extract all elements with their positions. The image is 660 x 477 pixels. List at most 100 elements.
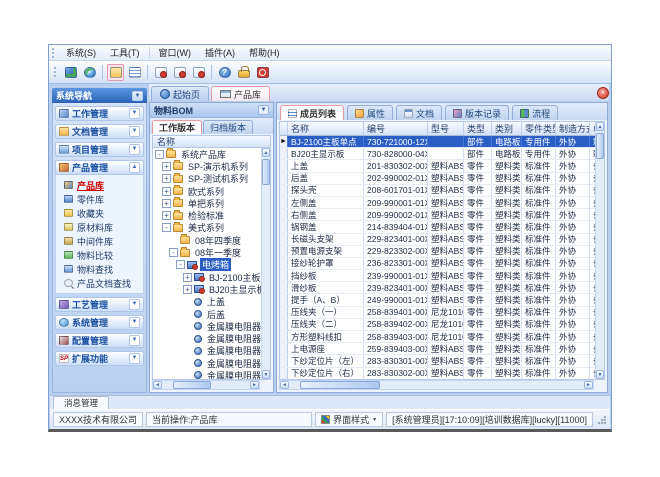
tree-node[interactable]: +后盖 — [153, 308, 261, 320]
report-button[interactable] — [126, 64, 143, 81]
tree-node[interactable]: +欧式系列 — [153, 185, 261, 197]
table-vscroll-track[interactable] — [596, 131, 604, 370]
close-doc-button[interactable] — [152, 64, 169, 81]
table-row[interactable]: 探头壳208-601701-01X塑料ABS零件塑料类标准件外协条 — [280, 185, 595, 197]
column-header[interactable]: 名称 — [288, 122, 364, 135]
ui-style-dropdown[interactable]: 界面样式 ▼ — [315, 412, 383, 427]
message-manager-tab[interactable]: 消息管理 — [53, 396, 109, 409]
doc-tab-active[interactable]: 产品库 — [211, 86, 270, 101]
collapse-icon[interactable]: - — [169, 248, 178, 257]
content-tab[interactable]: 流程 — [512, 105, 558, 120]
table-row[interactable]: 锅钢盖214-839404-01X塑料ABS零件塑料类标准件外协条 — [280, 221, 595, 233]
sidebar-item[interactable]: 原材料库 — [64, 220, 143, 234]
table-row[interactable]: 右侧盖209-990002-01X塑料ABS零件塑料类标准件外协条 — [280, 209, 595, 221]
tree-node[interactable]: +BJ20主显示板 — [153, 283, 261, 295]
menu-item[interactable]: 插件(A) — [198, 45, 242, 60]
sidebar-item[interactable]: 中间件库 — [64, 234, 143, 248]
table-row[interactable]: 左侧盖209-990001-01X塑料ABS零件塑料类标准件外协条 — [280, 197, 595, 209]
help-button[interactable] — [216, 64, 233, 81]
sidebar-group-button[interactable]: 配置管理▼ — [55, 333, 144, 348]
expand-icon[interactable]: + — [162, 162, 171, 171]
import-doc-button[interactable] — [171, 64, 188, 81]
toolbar-drag-handle[interactable] — [54, 67, 58, 77]
table-row[interactable]: 后盖202-990002-01X塑料ABS零件塑料类标准件外协条 — [280, 173, 595, 185]
tree-vscroll-track[interactable] — [262, 157, 270, 370]
table-row[interactable]: BJ20主显示板730-828000-04X部件电路板专用件外协颗 — [280, 148, 595, 160]
tree-node[interactable]: +金属膜电阻器 — [153, 332, 261, 344]
doc-tab-inactive[interactable]: 起始页 — [151, 86, 209, 101]
collapse-icon[interactable]: - — [176, 260, 185, 269]
table-row[interactable]: 方形塑料线扣258-839403-00X尼龙1010零件塑料类标准件外协条 — [280, 331, 595, 343]
lock-button[interactable] — [235, 64, 252, 81]
sidebar-group-button[interactable]: 项目管理▼ — [55, 142, 144, 157]
chevron-down-icon[interactable]: ▼ — [129, 108, 140, 119]
sidebar-item[interactable]: 物料查找 — [64, 262, 143, 276]
tree-node[interactable]: +金属膜电阻器 — [153, 345, 261, 357]
resize-grip[interactable] — [597, 415, 607, 425]
chevron-down-icon[interactable]: ▼ — [129, 335, 140, 346]
tree-horizontal-scrollbar[interactable]: ◄ ► — [152, 380, 260, 390]
table-row[interactable]: 下纱定位片（右）283-830302-00X塑料ABS零件塑料类标准件外协条 — [280, 368, 595, 379]
content-tab[interactable]: 版本记录 — [445, 105, 509, 120]
tree-node[interactable]: +SP-演示机系列 — [153, 160, 261, 172]
expand-icon[interactable]: + — [183, 285, 192, 294]
chevron-down-icon[interactable]: ▼ — [129, 126, 140, 137]
content-tab[interactable]: 成员列表 — [280, 105, 344, 120]
browser-button[interactable] — [81, 64, 98, 81]
expand-icon[interactable]: + — [162, 174, 171, 183]
tree-node[interactable]: +BJ-2100主板单点 — [153, 271, 261, 283]
table-vscroll-thumb[interactable] — [596, 133, 604, 159]
scroll-up-icon[interactable]: ▲ — [596, 122, 604, 131]
table-row[interactable]: 压线夹（二）258-839402-00X尼龙1010零件塑料类标准件外协条 — [280, 319, 595, 331]
expand-icon[interactable]: + — [162, 199, 171, 208]
close-icon[interactable]: × — [597, 87, 609, 99]
chevron-down-icon[interactable]: ▼ — [129, 317, 140, 328]
collapse-icon[interactable]: - — [162, 223, 171, 232]
tree-node[interactable]: -电烤箱 — [153, 259, 261, 271]
version-tab[interactable]: 工作版本 — [152, 120, 202, 134]
sidebar-item[interactable]: 零件库 — [64, 192, 143, 206]
chevron-down-icon[interactable]: ▼ — [129, 299, 140, 310]
sidebar-menu-icon[interactable]: ▼ — [132, 91, 143, 101]
column-header[interactable]: 类型 — [464, 122, 492, 135]
expand-icon[interactable]: + — [183, 273, 192, 282]
chevron-down-icon[interactable]: ▼ — [129, 353, 140, 364]
scroll-right-icon[interactable]: ► — [250, 381, 259, 389]
sidebar-item[interactable]: 产品库 — [64, 178, 143, 192]
expand-icon[interactable]: + — [162, 211, 171, 220]
table-vertical-scrollbar[interactable]: ▲ ▼ — [595, 122, 604, 379]
workspace-button[interactable] — [62, 64, 79, 81]
tree-node[interactable]: -美式系列 — [153, 222, 261, 234]
sidebar-item[interactable]: 产品文档查找 — [64, 276, 143, 290]
sidebar-group-button[interactable]: 产品管理▲ — [55, 160, 144, 175]
collapse-icon[interactable]: - — [155, 150, 164, 159]
scroll-down-icon[interactable]: ▼ — [596, 370, 604, 379]
table-row[interactable]: 接纱轮护罩236-823301-00X塑料ABS零件塑料类标准件外协条 — [280, 258, 595, 270]
sidebar-item[interactable]: 物料比较 — [64, 248, 143, 262]
column-header[interactable]: 零件类型 — [522, 122, 556, 135]
exit-button[interactable] — [254, 64, 271, 81]
tree-node[interactable]: -系统产品库 — [153, 148, 261, 160]
column-header[interactable]: 类别 — [492, 122, 522, 135]
tree-node[interactable]: +单把系列 — [153, 197, 261, 209]
tree-node[interactable]: +上盖 — [153, 296, 261, 308]
content-tab[interactable]: 属性 — [347, 105, 393, 120]
menu-item[interactable]: 工具(T) — [103, 45, 147, 60]
tree-column-header[interactable]: 名称 — [152, 135, 271, 148]
tree-vscroll-thumb[interactable] — [262, 159, 270, 185]
tree-node[interactable]: -08年一季度 — [153, 246, 261, 258]
table-row[interactable]: 上电源座259-839403-00X塑料ABS零件塑料类标准件外协条 — [280, 343, 595, 355]
table-row[interactable]: 下纱定位片（左）283-830301-00X塑料ABS零件塑料类标准件外协条 — [280, 355, 595, 367]
tree-node[interactable]: +检验标准 — [153, 209, 261, 221]
table-row[interactable]: 挡纱板239-990001-01X塑料ABS零件塑料类标准件外协条 — [280, 270, 595, 282]
tree-node[interactable]: +SP-测试机系列 — [153, 173, 261, 185]
menubar-drag-handle[interactable] — [52, 48, 56, 58]
menu-item[interactable]: 系统(S) — [59, 45, 103, 60]
column-header[interactable]: 制造方式 — [556, 122, 590, 135]
table-horizontal-scrollbar[interactable]: ◄ ► — [279, 380, 594, 390]
tree-node[interactable]: +金属膜电阻器 — [153, 357, 261, 369]
version-tab[interactable]: 归档版本 — [203, 120, 253, 134]
table-hscroll-thumb[interactable] — [300, 381, 380, 389]
sidebar-group-button[interactable]: 文档管理▼ — [55, 124, 144, 139]
scroll-up-icon[interactable]: ▲ — [262, 148, 270, 157]
